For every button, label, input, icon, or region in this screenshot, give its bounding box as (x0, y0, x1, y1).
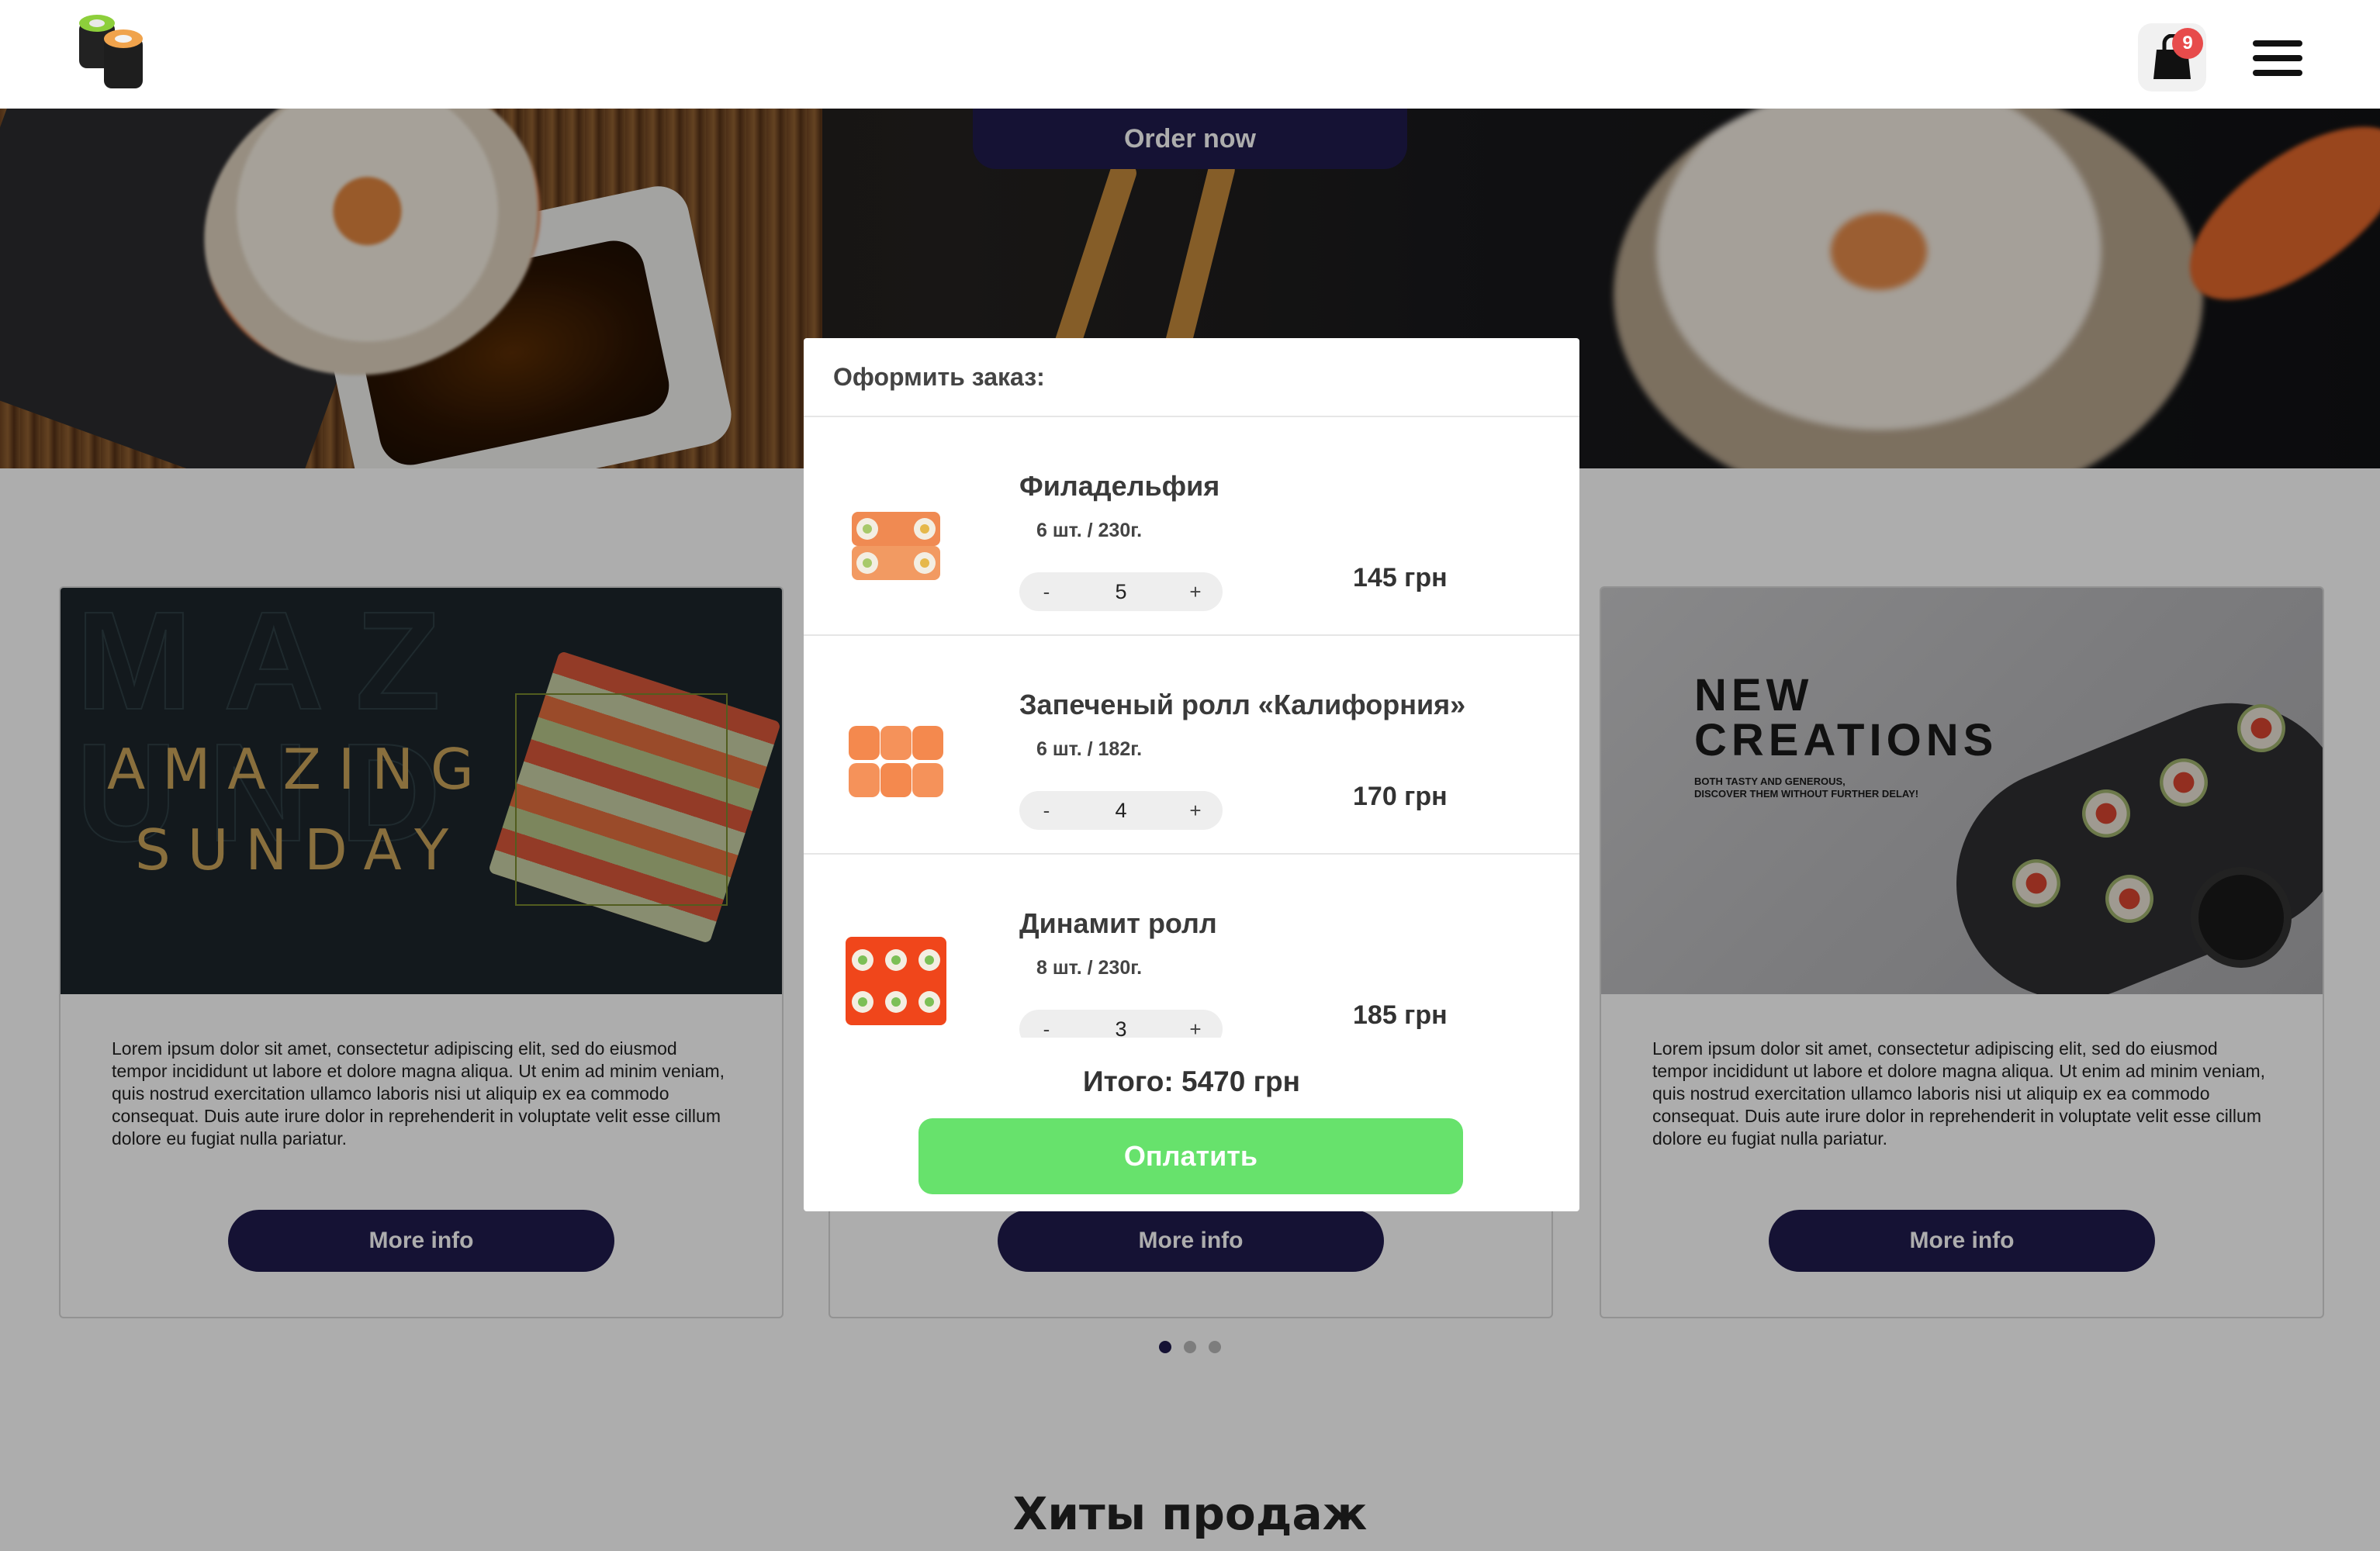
order-total: Итого: 5470 грн (1083, 1066, 1300, 1097)
cart-items-list[interactable]: Филадельфия 6 шт. / 230г. - 5 + 145 грн (804, 417, 1579, 1038)
item-price: 185 грн (1353, 1000, 1448, 1030)
item-name: Динамит ролл (1019, 907, 1217, 939)
cart-item: Запеченый ролл «Калифорния» 6 шт. / 182г… (804, 636, 1579, 855)
california-roll-image (844, 715, 948, 810)
decrease-button[interactable]: - (1027, 1010, 1066, 1038)
item-price: 170 грн (1353, 782, 1448, 811)
increase-button[interactable]: + (1176, 791, 1215, 830)
decrease-button[interactable]: - (1027, 572, 1066, 611)
pay-button[interactable]: Оплатить (918, 1118, 1463, 1194)
item-meta: 6 шт. / 182г. (1036, 738, 1143, 760)
cart-item: Динамит ролл 8 шт. / 230г. - 3 + 185 грн (804, 855, 1579, 1038)
quantity-stepper: - 5 + (1019, 572, 1223, 611)
increase-button[interactable]: + (1176, 572, 1215, 611)
philadelphia-roll-image (844, 496, 948, 591)
quantity-value[interactable]: 3 (1097, 1010, 1145, 1038)
decrease-button[interactable]: - (1027, 791, 1066, 830)
quantity-value[interactable]: 5 (1097, 572, 1145, 611)
item-price: 145 грн (1353, 563, 1448, 592)
checkout-modal: Оформить заказ: Филадельфия 6 шт. / 230г… (804, 338, 1579, 1211)
modal-title: Оформить заказ: (833, 363, 1045, 391)
cart-item: Филадельфия 6 шт. / 230г. - 5 + 145 грн (804, 417, 1579, 636)
item-name: Филадельфия (1019, 470, 1220, 502)
item-name: Запеченый ролл «Калифорния» (1019, 689, 1466, 720)
cart-count-badge: 9 (2172, 28, 2203, 59)
quantity-value[interactable]: 4 (1097, 791, 1145, 830)
sushi-logo-icon[interactable] (78, 11, 158, 93)
increase-button[interactable]: + (1176, 1010, 1215, 1038)
quantity-stepper: - 4 + (1019, 791, 1223, 830)
quantity-stepper: - 3 + (1019, 1010, 1223, 1038)
dynamite-roll-image (844, 934, 948, 1028)
item-meta: 8 шт. / 230г. (1036, 957, 1143, 979)
site-header: 9 (0, 0, 2380, 109)
cart-button[interactable]: 9 (2138, 23, 2206, 92)
item-meta: 6 шт. / 230г. (1036, 520, 1143, 541)
hamburger-menu-icon[interactable] (2253, 40, 2302, 76)
